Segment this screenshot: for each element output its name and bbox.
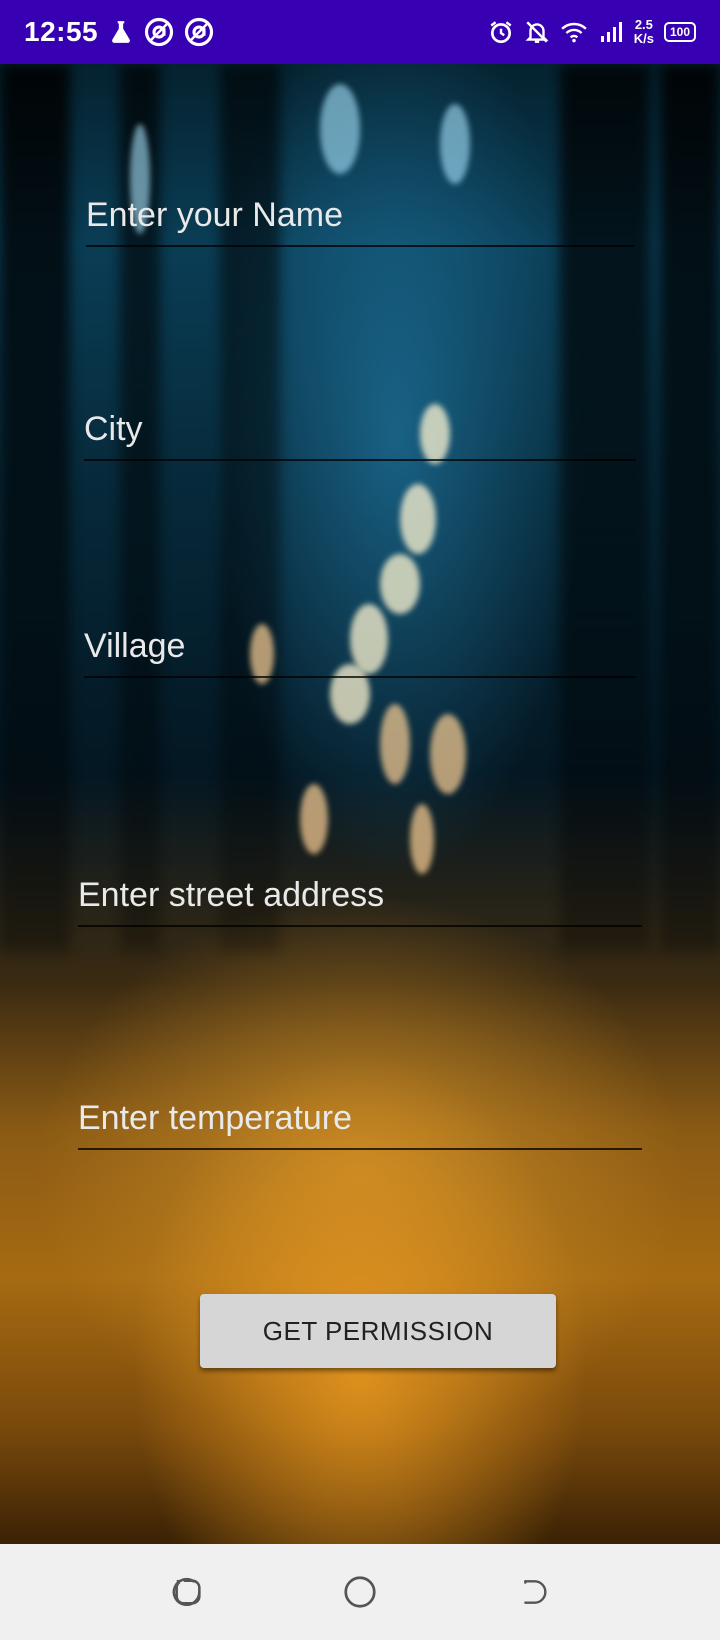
get-permission-button[interactable]: GET PERMISSION [200,1294,556,1368]
bokeh-light [440,104,470,184]
temperature-placeholder: Enter temperature [78,1099,353,1137]
bokeh-light [380,554,420,614]
name-input[interactable]: Enter your Name [86,196,634,247]
bokeh-light [300,784,328,854]
status-right: 2.5 K/s 100 [488,18,696,46]
net-speed-unit: K/s [633,31,654,46]
bokeh-light [400,484,436,554]
bokeh-light [320,84,360,174]
battery-icon: 100 [663,22,696,42]
bell-off-icon [524,19,550,45]
net-speed: 2.5 K/s [634,18,654,46]
net-speed-value: 2.5 [634,17,653,32]
circle-a-icon [144,17,174,47]
bokeh-light [410,804,434,874]
status-left: 12:55 [24,16,214,48]
back-icon[interactable] [506,1566,558,1618]
temperature-input[interactable]: Enter temperature [78,1099,642,1150]
city-input[interactable]: City [84,410,636,461]
village-input[interactable]: Village [84,627,636,678]
tree-shadow [660,64,720,952]
status-bar: 12:55 2.5 K/s 100 [0,0,720,64]
bokeh-light [430,714,466,794]
name-placeholder: Enter your Name [86,196,343,234]
street-address-placeholder: Enter street address [78,876,385,914]
signal-icon [598,20,624,44]
status-time: 12:55 [24,16,99,47]
bokeh-light [380,704,410,784]
village-placeholder: Village [84,627,186,665]
lab-flask-icon [108,19,134,45]
alarm-icon [488,19,514,45]
navigation-bar [0,1544,720,1640]
tree-shadow [0,64,70,952]
wifi-icon [560,19,588,45]
recent-apps-icon[interactable] [162,1566,214,1618]
city-placeholder: City [84,410,143,448]
street-address-input[interactable]: Enter street address [78,876,642,927]
battery-level: 100 [669,25,690,39]
circle-a-icon [184,17,214,47]
home-icon[interactable] [334,1566,386,1618]
